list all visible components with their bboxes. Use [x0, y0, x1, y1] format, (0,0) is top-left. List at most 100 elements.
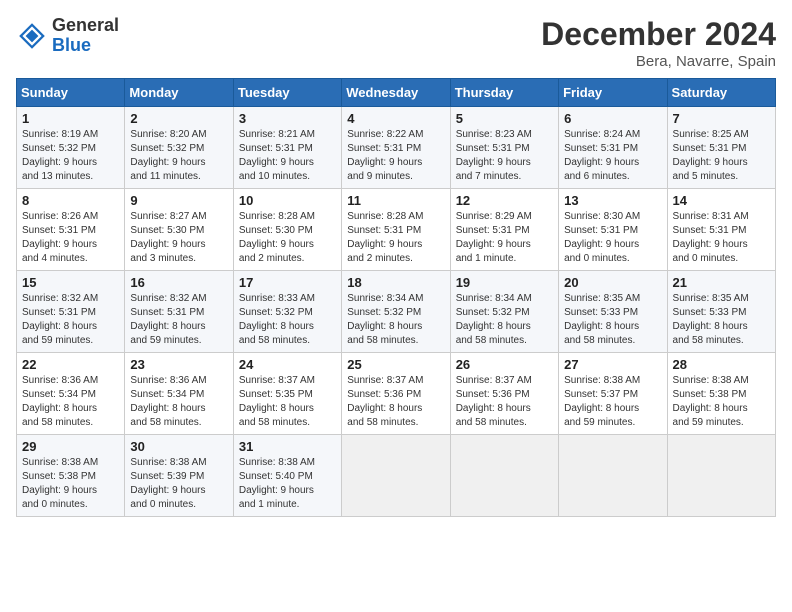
calendar-cell [342, 435, 450, 517]
calendar-cell [450, 435, 558, 517]
day-info: Sunrise: 8:28 AM Sunset: 5:30 PM Dayligh… [239, 210, 336, 266]
calendar-cell: 11 Sunrise: 8:28 AM Sunset: 5:31 PM Dayli… [342, 189, 450, 271]
day-number: 21 [673, 275, 770, 290]
day-number: 24 [239, 357, 336, 372]
day-info: Sunrise: 8:24 AM Sunset: 5:31 PM Dayligh… [564, 128, 661, 184]
day-info: Sunrise: 8:31 AM Sunset: 5:31 PM Dayligh… [673, 210, 770, 266]
day-number: 11 [347, 193, 444, 208]
weekday-header-saturday: Saturday [667, 79, 775, 107]
logo-icon [16, 20, 48, 52]
day-info: Sunrise: 8:37 AM Sunset: 5:35 PM Dayligh… [239, 374, 336, 430]
day-number: 3 [239, 111, 336, 126]
header: General Blue December 2024 Bera, Navarre… [16, 16, 776, 70]
day-number: 29 [22, 439, 119, 454]
day-number: 22 [22, 357, 119, 372]
calendar-body: 1Sunrise: 8:19 AM Sunset: 5:32 PM Daylig… [17, 107, 776, 517]
calendar-cell: 13 Sunrise: 8:30 AM Sunset: 5:31 PM Dayli… [559, 189, 667, 271]
day-number: 10 [239, 193, 336, 208]
calendar-cell: 5 Sunrise: 8:23 AM Sunset: 5:31 PM Daylig… [450, 107, 558, 189]
day-info: Sunrise: 8:27 AM Sunset: 5:30 PM Dayligh… [130, 210, 227, 266]
calendar-cell: 24 Sunrise: 8:37 AM Sunset: 5:35 PM Dayli… [233, 353, 341, 435]
calendar-week-5: 29 Sunrise: 8:38 AM Sunset: 5:38 PM Dayli… [17, 435, 776, 517]
calendar-cell: 26 Sunrise: 8:37 AM Sunset: 5:36 PM Dayli… [450, 353, 558, 435]
day-info: Sunrise: 8:38 AM Sunset: 5:38 PM Dayligh… [22, 456, 119, 512]
day-number: 23 [130, 357, 227, 372]
day-number: 6 [564, 111, 661, 126]
day-info: Sunrise: 8:30 AM Sunset: 5:31 PM Dayligh… [564, 210, 661, 266]
calendar-cell: 12Sunrise: 8:29 AM Sunset: 5:31 PM Dayli… [450, 189, 558, 271]
day-number: 13 [564, 193, 661, 208]
calendar-cell: 17Sunrise: 8:33 AM Sunset: 5:32 PM Dayli… [233, 271, 341, 353]
calendar-cell [559, 435, 667, 517]
calendar-cell: 27Sunrise: 8:38 AM Sunset: 5:37 PM Dayli… [559, 353, 667, 435]
day-number: 9 [130, 193, 227, 208]
day-number: 7 [673, 111, 770, 126]
day-info: Sunrise: 8:37 AM Sunset: 5:36 PM Dayligh… [456, 374, 553, 430]
day-info: Sunrise: 8:37 AM Sunset: 5:36 PM Dayligh… [347, 374, 444, 430]
day-number: 5 [456, 111, 553, 126]
calendar-cell [667, 435, 775, 517]
day-info: Sunrise: 8:35 AM Sunset: 5:33 PM Dayligh… [564, 292, 661, 348]
day-number: 4 [347, 111, 444, 126]
calendar-cell: 29 Sunrise: 8:38 AM Sunset: 5:38 PM Dayli… [17, 435, 125, 517]
day-info: Sunrise: 8:25 AM Sunset: 5:31 PM Dayligh… [673, 128, 770, 184]
title-area: December 2024 Bera, Navarre, Spain [541, 16, 776, 70]
weekday-header-wednesday: Wednesday [342, 79, 450, 107]
day-number: 25 [347, 357, 444, 372]
calendar-cell: 1Sunrise: 8:19 AM Sunset: 5:32 PM Daylig… [17, 107, 125, 189]
calendar-cell: 19Sunrise: 8:34 AM Sunset: 5:32 PM Dayli… [450, 271, 558, 353]
calendar-cell: 4 Sunrise: 8:22 AM Sunset: 5:31 PM Daylig… [342, 107, 450, 189]
day-info: Sunrise: 8:19 AM Sunset: 5:32 PM Dayligh… [22, 128, 119, 184]
day-info: Sunrise: 8:22 AM Sunset: 5:31 PM Dayligh… [347, 128, 444, 184]
weekday-header-row: SundayMondayTuesdayWednesdayThursdayFrid… [17, 79, 776, 107]
day-info: Sunrise: 8:32 AM Sunset: 5:31 PM Dayligh… [22, 292, 119, 348]
location: Bera, Navarre, Spain [541, 53, 776, 70]
weekday-header-tuesday: Tuesday [233, 79, 341, 107]
calendar-cell: 3 Sunrise: 8:21 AM Sunset: 5:31 PM Daylig… [233, 107, 341, 189]
day-info: Sunrise: 8:34 AM Sunset: 5:32 PM Dayligh… [456, 292, 553, 348]
month-title: December 2024 [541, 16, 776, 53]
day-number: 31 [239, 439, 336, 454]
logo: General Blue [16, 16, 119, 56]
weekday-header-sunday: Sunday [17, 79, 125, 107]
calendar-cell: 21 Sunrise: 8:35 AM Sunset: 5:33 PM Dayli… [667, 271, 775, 353]
day-number: 18 [347, 275, 444, 290]
weekday-header-monday: Monday [125, 79, 233, 107]
day-number: 16 [130, 275, 227, 290]
day-info: Sunrise: 8:34 AM Sunset: 5:32 PM Dayligh… [347, 292, 444, 348]
calendar-cell: 2 Sunrise: 8:20 AM Sunset: 5:32 PM Daylig… [125, 107, 233, 189]
day-number: 26 [456, 357, 553, 372]
day-info: Sunrise: 8:38 AM Sunset: 5:37 PM Dayligh… [564, 374, 661, 430]
day-info: Sunrise: 8:21 AM Sunset: 5:31 PM Dayligh… [239, 128, 336, 184]
weekday-header-friday: Friday [559, 79, 667, 107]
calendar-cell: 25 Sunrise: 8:37 AM Sunset: 5:36 PM Dayli… [342, 353, 450, 435]
day-info: Sunrise: 8:23 AM Sunset: 5:31 PM Dayligh… [456, 128, 553, 184]
day-info: Sunrise: 8:33 AM Sunset: 5:32 PM Dayligh… [239, 292, 336, 348]
calendar-cell: 20 Sunrise: 8:35 AM Sunset: 5:33 PM Dayli… [559, 271, 667, 353]
day-info: Sunrise: 8:26 AM Sunset: 5:31 PM Dayligh… [22, 210, 119, 266]
day-number: 2 [130, 111, 227, 126]
day-info: Sunrise: 8:38 AM Sunset: 5:38 PM Dayligh… [673, 374, 770, 430]
calendar-cell: 10 Sunrise: 8:28 AM Sunset: 5:30 PM Dayli… [233, 189, 341, 271]
day-number: 28 [673, 357, 770, 372]
calendar-cell: 7 Sunrise: 8:25 AM Sunset: 5:31 PM Daylig… [667, 107, 775, 189]
day-info: Sunrise: 8:38 AM Sunset: 5:39 PM Dayligh… [130, 456, 227, 512]
day-info: Sunrise: 8:20 AM Sunset: 5:32 PM Dayligh… [130, 128, 227, 184]
day-number: 20 [564, 275, 661, 290]
weekday-header-thursday: Thursday [450, 79, 558, 107]
logo-text: General Blue [52, 16, 119, 56]
calendar-cell: 14 Sunrise: 8:31 AM Sunset: 5:31 PM Dayli… [667, 189, 775, 271]
day-number: 15 [22, 275, 119, 290]
calendar-week-4: 22 Sunrise: 8:36 AM Sunset: 5:34 PM Dayli… [17, 353, 776, 435]
day-info: Sunrise: 8:35 AM Sunset: 5:33 PM Dayligh… [673, 292, 770, 348]
day-number: 30 [130, 439, 227, 454]
day-number: 14 [673, 193, 770, 208]
calendar-cell: 22 Sunrise: 8:36 AM Sunset: 5:34 PM Dayli… [17, 353, 125, 435]
calendar-cell: 18 Sunrise: 8:34 AM Sunset: 5:32 PM Dayli… [342, 271, 450, 353]
day-info: Sunrise: 8:36 AM Sunset: 5:34 PM Dayligh… [22, 374, 119, 430]
day-info: Sunrise: 8:38 AM Sunset: 5:40 PM Dayligh… [239, 456, 336, 512]
day-info: Sunrise: 8:28 AM Sunset: 5:31 PM Dayligh… [347, 210, 444, 266]
calendar-cell: 6 Sunrise: 8:24 AM Sunset: 5:31 PM Daylig… [559, 107, 667, 189]
calendar-cell: 31 Sunrise: 8:38 AM Sunset: 5:40 PM Dayli… [233, 435, 341, 517]
calendar-cell: 16Sunrise: 8:32 AM Sunset: 5:31 PM Dayli… [125, 271, 233, 353]
